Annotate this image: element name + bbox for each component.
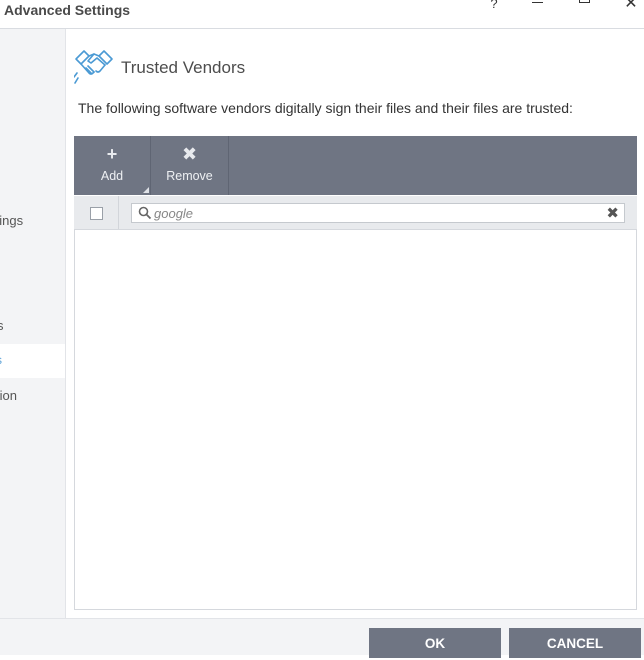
plus-icon: + [106, 144, 118, 164]
select-all-checkbox[interactable] [90, 207, 103, 220]
clear-icon[interactable]: ✖ [606, 204, 619, 222]
sidebar-item-label: ttings [0, 213, 24, 228]
sidebar-item-trusted-vendors[interactable]: rs [0, 344, 65, 378]
sidebar-item-label: s [0, 318, 4, 333]
remove-label: Remove [166, 169, 213, 183]
search-input[interactable] [154, 205, 594, 221]
page-title: Trusted Vendors [121, 58, 246, 77]
title-bar: Advanced Settings ? ✕ [0, 0, 644, 29]
help-button[interactable]: ? [484, 0, 504, 16]
x-icon: ✖ [181, 144, 198, 164]
sidebar-item-label: rs [0, 353, 2, 367]
sidebar: ttings s rs tion [0, 29, 66, 618]
sidebar-item[interactable]: tion [0, 379, 65, 413]
toolbar: + Add ✖ Remove [74, 136, 637, 195]
handshake-icon [74, 50, 113, 84]
filter-row: ✖ [74, 196, 637, 230]
search-icon [138, 206, 152, 220]
add-button[interactable]: + Add [74, 136, 151, 195]
close-button[interactable]: ✕ [621, 0, 641, 13]
minimize-button[interactable] [528, 0, 548, 14]
maximize-button[interactable] [574, 0, 594, 14]
remove-button[interactable]: ✖ Remove [151, 136, 229, 195]
vendor-list[interactable] [74, 230, 637, 610]
page-description: The following software vendors digitally… [78, 100, 573, 116]
sidebar-item-settings[interactable]: ttings [0, 204, 65, 238]
divider [118, 196, 119, 229]
sidebar-item-label: tion [0, 388, 17, 403]
search-box[interactable]: ✖ [131, 203, 625, 223]
sidebar-item[interactable]: s [0, 309, 65, 343]
add-label: Add [100, 169, 124, 183]
window-title: Advanced Settings [4, 2, 131, 18]
dropdown-corner-icon [143, 187, 149, 193]
